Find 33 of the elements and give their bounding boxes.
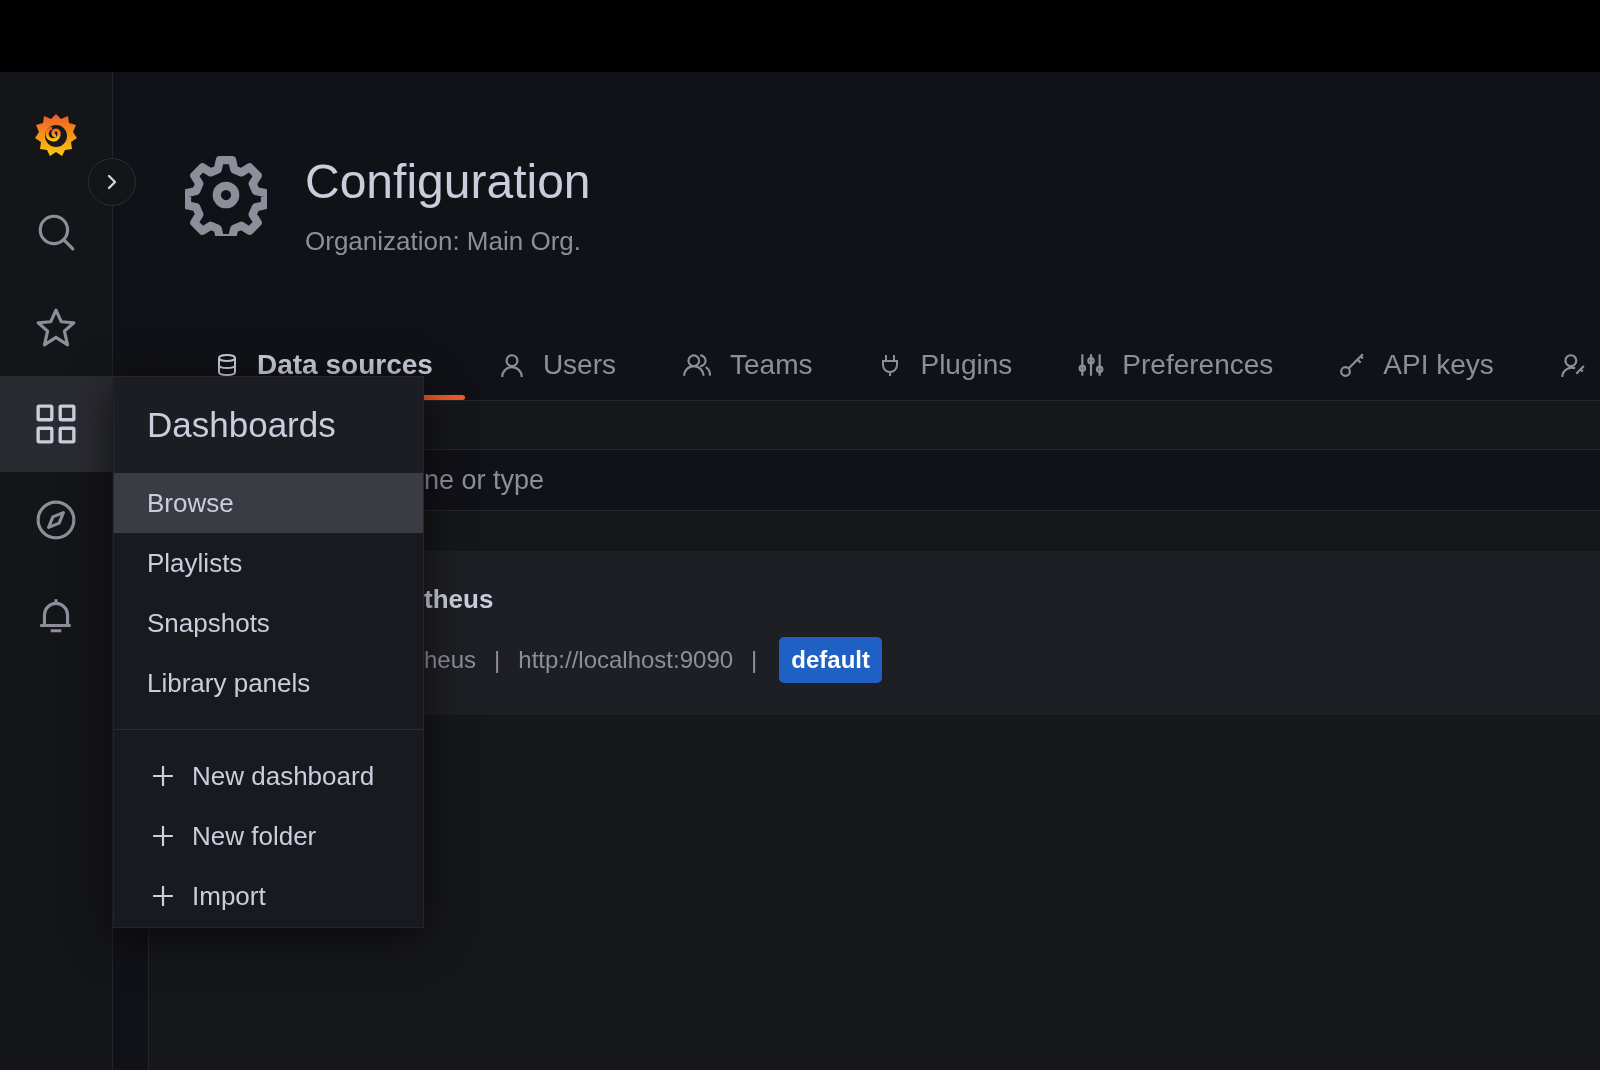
data-source-url: http://localhost:9090 bbox=[518, 645, 734, 674]
logo-icon[interactable] bbox=[32, 111, 80, 159]
tab[interactable]: Plugins bbox=[878, 330, 1013, 400]
tab[interactable]: Users bbox=[498, 330, 616, 400]
menu-title[interactable]: Dashboards bbox=[114, 377, 423, 473]
menu-item[interactable]: New dashboard bbox=[114, 746, 423, 806]
user-icon bbox=[498, 352, 525, 378]
page-subtitle: Organization: Main Org. bbox=[305, 226, 582, 257]
plus-icon bbox=[152, 825, 174, 847]
user-key-icon bbox=[1559, 352, 1586, 378]
compass-icon bbox=[35, 499, 77, 541]
star-icon bbox=[35, 307, 77, 349]
separator: | bbox=[494, 645, 501, 674]
page-title: Configuration bbox=[305, 154, 591, 210]
database-icon bbox=[215, 352, 239, 378]
menu-item[interactable]: Import bbox=[114, 866, 423, 926]
sidebar-item[interactable] bbox=[0, 376, 112, 472]
tab[interactable]: API keys bbox=[1339, 330, 1494, 400]
menu-item[interactable]: New folder bbox=[114, 806, 423, 866]
separator: | bbox=[751, 645, 758, 674]
grid-icon bbox=[35, 403, 77, 445]
gear-icon bbox=[185, 154, 267, 236]
tab[interactable]: Preferences bbox=[1078, 330, 1274, 400]
tab[interactable]: Teams bbox=[682, 330, 813, 400]
plus-icon bbox=[152, 765, 174, 787]
users-icon bbox=[682, 352, 712, 378]
data-source-name: theus bbox=[424, 583, 495, 615]
sliders-icon bbox=[1078, 351, 1105, 379]
menu-item[interactable]: Browse bbox=[114, 473, 423, 533]
data-source-type: heus bbox=[424, 645, 477, 674]
plus-icon bbox=[152, 885, 174, 907]
default-badge: default bbox=[779, 636, 882, 683]
key-icon bbox=[1339, 352, 1366, 378]
